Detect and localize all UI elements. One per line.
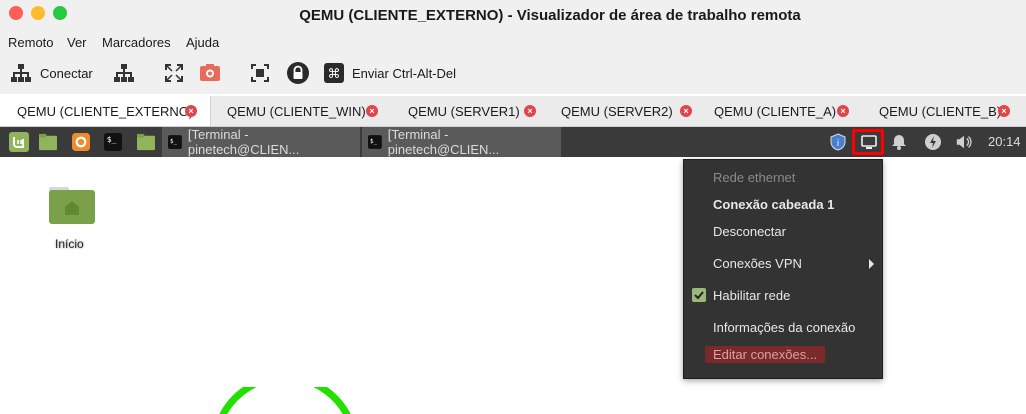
taskbar-button-label: [Terminal - pinetech@CLIEN... <box>387 127 500 157</box>
volume-icon[interactable] <box>955 133 973 151</box>
send-ctrl-alt-del-button[interactable]: ⌘ Enviar Ctrl-Alt-Del <box>324 62 456 84</box>
lock-icon <box>287 62 309 84</box>
ctrl-alt-del-label: Enviar Ctrl-Alt-Del <box>352 65 457 81</box>
menu-item-informacoes-conexao[interactable]: Informações da conexão <box>713 320 855 335</box>
green-circle-icon <box>219 387 351 414</box>
tab-label: QEMU (SERVER1) <box>408 103 520 119</box>
firefox-icon[interactable] <box>72 133 90 151</box>
tab-label: QEMU (CLIENTE_WIN) <box>227 103 366 119</box>
screen-select-icon <box>251 64 269 82</box>
tab-server1[interactable]: QEMU (SERVER1) <box>391 96 531 126</box>
tab-cliente-externo[interactable]: QEMU (CLIENTE_EXTERNO) <box>0 96 211 126</box>
connect-button[interactable]: Conectar <box>10 62 93 84</box>
menu-bar: Remoto Ver Marcadores Ajuda <box>0 32 1026 54</box>
tab-label: QEMU (CLIENTE_A) <box>714 103 837 119</box>
shield-update-icon[interactable]: i <box>829 133 847 151</box>
close-tab-icon[interactable]: × <box>366 105 378 117</box>
show-desktop-icon[interactable] <box>39 133 57 151</box>
tab-bar: QEMU (CLIENTE_EXTERNO) × QEMU (CLIENTE_W… <box>0 96 1026 127</box>
tab-label: QEMU (SERVER2) <box>561 103 673 119</box>
checkbox-checked-icon[interactable] <box>692 288 706 302</box>
files-folder-icon[interactable] <box>137 133 155 151</box>
fullscreen-icon <box>165 64 183 82</box>
tab-server2[interactable]: QEMU (SERVER2) <box>544 96 684 126</box>
network-button[interactable] <box>113 62 135 84</box>
screenshot-icon <box>200 64 220 81</box>
svg-text:$_: $_ <box>107 134 117 144</box>
svg-text:⌘: ⌘ <box>328 67 341 82</box>
network-icon <box>114 64 134 82</box>
highlight-box <box>852 129 884 155</box>
svg-text:$_: $_ <box>370 139 378 145</box>
tab-cliente-win[interactable]: QEMU (CLIENTE_WIN) <box>210 96 380 126</box>
lock-button[interactable] <box>287 62 309 84</box>
close-tab-icon[interactable]: × <box>185 105 197 117</box>
menu-ajuda[interactable]: Ajuda <box>186 35 219 50</box>
mint-menu-icon[interactable] <box>8 131 30 153</box>
menu-item-desconectar[interactable]: Desconectar <box>713 224 786 239</box>
svg-text:$_: $_ <box>170 138 178 145</box>
screenshot-button[interactable] <box>199 62 221 84</box>
panel-clock: 20:14 <box>988 134 1021 149</box>
taskbar-button-terminal[interactable]: $_ [Terminal - pinetech@CLIEN... <box>362 127 561 157</box>
taskbar-button-label: [Terminal - pinetech@CLIEN... <box>187 127 300 157</box>
network-context-menu: Rede ethernet Conexão cabeada 1 Desconec… <box>683 159 883 379</box>
home-folder-label: Início <box>55 237 84 251</box>
menu-ver[interactable]: Ver <box>67 35 87 50</box>
tab-label: QEMU (CLIENTE_EXTERNO) <box>17 103 194 119</box>
close-tab-icon[interactable]: × <box>680 105 692 117</box>
taskbar-button-terminal[interactable]: $_ [Terminal - pinetech@CLIEN... <box>162 127 362 157</box>
title-bar: QEMU (CLIENTE_EXTERNO) - Visualizador de… <box>0 0 1026 32</box>
close-tab-icon[interactable]: × <box>524 105 536 117</box>
tab-cliente-a[interactable]: QEMU (CLIENTE_A) <box>697 96 847 126</box>
network-icon <box>11 64 31 82</box>
screen-select-button[interactable] <box>250 62 270 84</box>
terminal-icon: $_ <box>168 135 182 149</box>
menu-item-conexoes-vpn[interactable]: Conexões VPN <box>713 256 802 271</box>
command-key-icon: ⌘ <box>324 63 344 83</box>
terminal-icon: $_ <box>368 135 382 149</box>
menu-item-rede-ethernet: Rede ethernet <box>713 170 796 185</box>
toolbar: Conectar ⌘ Enviar Ctrl-Alt-Del <box>0 54 1026 94</box>
home-folder-icon[interactable] <box>48 185 96 225</box>
window-title: QEMU (CLIENTE_EXTERNO) - Visualizador de… <box>299 7 801 24</box>
fullscreen-button[interactable] <box>164 62 184 84</box>
svg-text:i: i <box>837 139 840 149</box>
notifications-bell-icon[interactable] <box>890 133 908 151</box>
menu-item-conexao-cabeada[interactable]: Conexão cabeada 1 <box>713 197 834 212</box>
menu-item-editar-conexoes[interactable]: Editar conexões... <box>705 346 826 363</box>
submenu-arrow-icon <box>869 259 874 269</box>
menu-item-habilitar-rede[interactable]: Habilitar rede <box>713 288 790 303</box>
close-tab-icon[interactable]: × <box>998 105 1010 117</box>
terminal-icon[interactable]: $_ <box>104 133 122 151</box>
power-icon[interactable] <box>924 133 942 151</box>
menu-remoto[interactable]: Remoto <box>8 35 54 50</box>
close-tab-icon[interactable]: × <box>837 105 849 117</box>
tab-label: QEMU (CLIENTE_B) <box>879 103 1002 119</box>
connect-label: Conectar <box>40 65 93 81</box>
menu-marcadores[interactable]: Marcadores <box>102 35 171 50</box>
